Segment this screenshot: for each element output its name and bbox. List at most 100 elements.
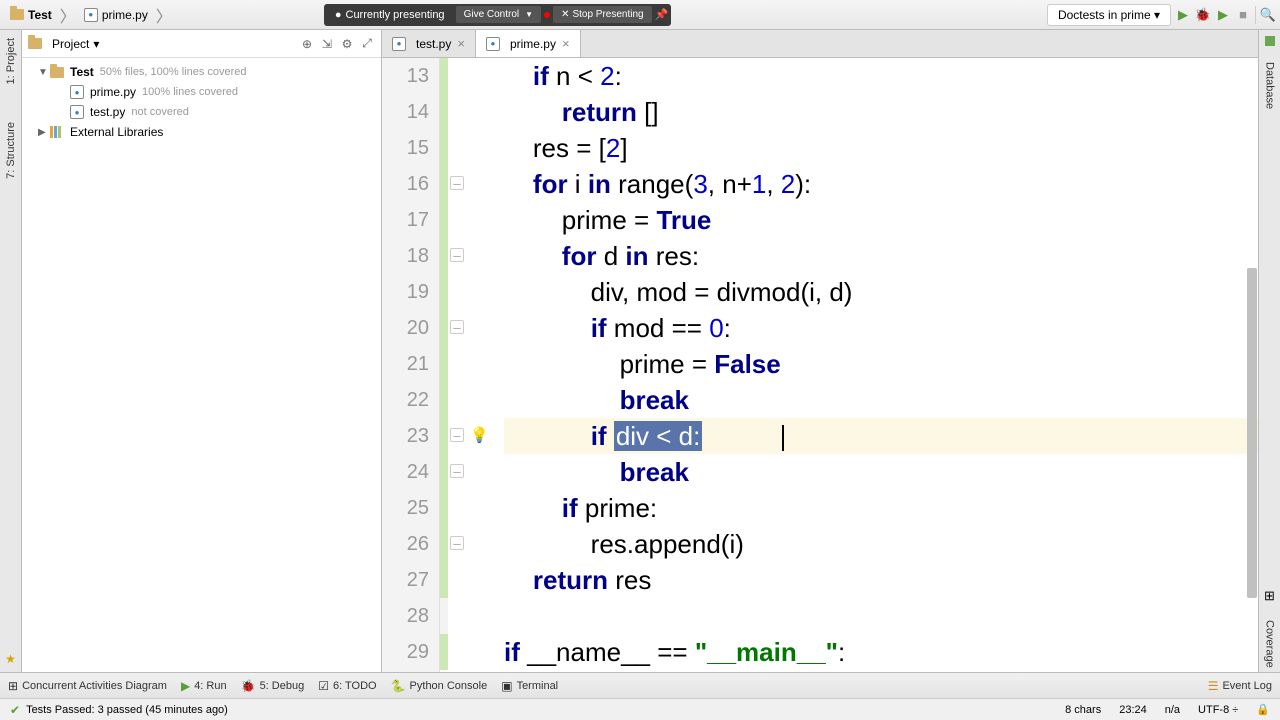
tree-libs-label: External Libraries (70, 125, 163, 139)
event-log-tab[interactable]: ☰Event Log (1208, 679, 1272, 693)
python-file-icon (84, 8, 98, 22)
breadcrumb-project-label: Test (28, 8, 52, 22)
status-tests: Tests Passed: 3 passed (45 minutes ago) (26, 704, 228, 716)
breadcrumb: Test 〉 prime.py 〉 (4, 3, 174, 27)
inspection-ok-icon (1265, 36, 1275, 46)
status-caret-pos: 23:24 (1119, 704, 1147, 716)
fold-icon[interactable]: – (450, 536, 464, 550)
python-console-tab[interactable]: 🐍Python Console (391, 679, 488, 693)
close-icon[interactable]: × (457, 36, 465, 51)
run-configuration-select[interactable]: Doctests in prime ▾ (1047, 4, 1171, 26)
sidebar-header: Project ▾ ⊕ ⇲ ⚙ ⤢ (22, 30, 381, 58)
libraries-icon (50, 126, 64, 138)
tree-file-prime[interactable]: prime.py 100% lines covered (22, 82, 381, 102)
give-control-button[interactable]: Give Control▼ (456, 6, 542, 23)
right-tool-rail: Database ⊞ Coverage (1258, 30, 1280, 672)
code-line[interactable]: if mod == 0: (504, 310, 1258, 346)
tests-passed-icon: ✔ (10, 703, 20, 717)
code-line[interactable]: break (504, 454, 1258, 490)
code-line[interactable]: for i in range(3, n+1, 2): (504, 166, 1258, 202)
code-line[interactable] (504, 598, 1258, 634)
code-line[interactable]: if div < d: (504, 418, 1258, 454)
stop-presenting-button[interactable]: ✕ Stop Presenting (553, 6, 652, 23)
scrollbar-thumb[interactable] (1247, 268, 1257, 598)
code-line[interactable]: break (504, 382, 1258, 418)
run-tab[interactable]: ▶4: Run (181, 679, 227, 693)
status-encoding[interactable]: UTF-8 ÷ (1198, 704, 1238, 716)
debug-button[interactable]: 🐞 (1195, 7, 1211, 23)
close-icon[interactable]: × (562, 36, 570, 51)
favorites-icon[interactable]: ★ (5, 652, 16, 666)
fold-icon[interactable]: – (450, 320, 464, 334)
editor-tabs: test.py×prime.py× (382, 30, 1258, 58)
python-file-icon (70, 105, 84, 119)
intention-bulb-icon[interactable]: 💡 (470, 426, 489, 444)
code-editor[interactable]: 1314151617181920212223242526272829 ––––💡… (382, 58, 1258, 672)
debug-tab[interactable]: 🐞5: Debug (241, 679, 305, 693)
database-tool-tab[interactable]: Database (1264, 58, 1276, 113)
tree-file-test[interactable]: test.py not covered (22, 102, 381, 122)
status-lock-icon[interactable]: 🔒 (1256, 703, 1270, 716)
run-coverage-button[interactable]: ▶ (1215, 7, 1231, 23)
status-insert-mode: n/a (1165, 704, 1180, 716)
code-line[interactable]: return [] (504, 94, 1258, 130)
code-line[interactable]: if __name__ == "__main__": (504, 634, 1258, 670)
expand-icon[interactable]: ▼ (38, 67, 50, 78)
folder-icon (10, 9, 24, 20)
code-line[interactable]: res.append(i) (504, 526, 1258, 562)
code-line[interactable]: div, mod = divmod(i, d) (504, 274, 1258, 310)
stop-button[interactable]: ■ (1235, 7, 1251, 23)
breadcrumb-project[interactable]: Test (4, 6, 58, 24)
run-toolbar: Doctests in prime ▾ ▶ 🐞 ▶ ■ 🔍 (1047, 4, 1276, 26)
fold-icon[interactable]: – (450, 176, 464, 190)
project-sidebar: Project ▾ ⊕ ⇲ ⚙ ⤢ ▼ Test 50% files, 100%… (22, 30, 382, 672)
tree-root[interactable]: ▼ Test 50% files, 100% lines covered (22, 62, 381, 82)
fold-icon[interactable]: – (450, 428, 464, 442)
code-line[interactable]: res = [2] (504, 130, 1258, 166)
code-line[interactable]: prime = False (504, 346, 1258, 382)
analysis-icon[interactable]: ⊞ (1264, 588, 1275, 604)
code-content[interactable]: if n < 2: return [] res = [2] for i in r… (504, 58, 1258, 672)
python-file-icon (486, 37, 500, 51)
collapse-all-icon[interactable]: ⇲ (319, 36, 335, 52)
tree-external-libs[interactable]: ▶ External Libraries (22, 122, 381, 142)
scroll-from-source-icon[interactable]: ⊕ (299, 36, 315, 52)
project-tree: ▼ Test 50% files, 100% lines covered pri… (22, 58, 381, 146)
breadcrumb-file[interactable]: prime.py (78, 6, 154, 24)
code-line[interactable]: if prime: (504, 490, 1258, 526)
fold-icon[interactable]: – (450, 248, 464, 262)
editor-tab[interactable]: test.py× (382, 30, 476, 57)
top-toolbar: Test 〉 prime.py 〉 ● Currently presenting… (0, 0, 1280, 30)
tree-file-label: prime.py (90, 85, 136, 99)
tree-file-label: test.py (90, 105, 125, 119)
editor-tab[interactable]: prime.py× (476, 30, 581, 57)
hide-icon[interactable]: ⤢ (359, 36, 375, 52)
structure-tool-tab[interactable]: 7: Structure (5, 118, 17, 183)
coverage-tool-tab[interactable]: Coverage (1264, 616, 1276, 672)
concurrent-diagram-tab[interactable]: ⊞Concurrent Activities Diagram (8, 679, 167, 693)
code-line[interactable]: if n < 2: (504, 58, 1258, 94)
recording-icon (544, 12, 550, 18)
project-tool-tab[interactable]: 1: Project (5, 34, 17, 88)
todo-tab[interactable]: ☑6: TODO (318, 679, 376, 693)
run-button[interactable]: ▶ (1175, 7, 1191, 23)
presenting-label: ● Currently presenting (327, 9, 453, 21)
editor-area: test.py×prime.py× 1314151617181920212223… (382, 30, 1258, 672)
code-line[interactable]: prime = True (504, 202, 1258, 238)
code-line[interactable]: return res (504, 562, 1258, 598)
search-button[interactable]: 🔍 (1260, 7, 1276, 23)
fold-icon[interactable]: – (450, 464, 464, 478)
editor-scrollbar[interactable] (1244, 58, 1258, 672)
folder-icon (50, 67, 64, 78)
pin-icon[interactable]: 📌 (655, 8, 669, 21)
presenter-bar: ● Currently presenting Give Control▼ ✕ S… (324, 4, 671, 26)
chevron-down-icon: ▼ (525, 10, 533, 19)
terminal-tab[interactable]: ▣Terminal (501, 679, 558, 693)
status-selection: 8 chars (1065, 704, 1101, 716)
settings-icon[interactable]: ⚙ (339, 36, 355, 52)
expand-icon[interactable]: ▶ (38, 127, 50, 138)
code-line[interactable]: for d in res: (504, 238, 1258, 274)
tree-file-hint: 100% lines covered (142, 86, 238, 98)
line-number-gutter: 1314151617181920212223242526272829 (382, 58, 440, 672)
bottom-tool-bar: ⊞Concurrent Activities Diagram ▶4: Run 🐞… (0, 672, 1280, 698)
